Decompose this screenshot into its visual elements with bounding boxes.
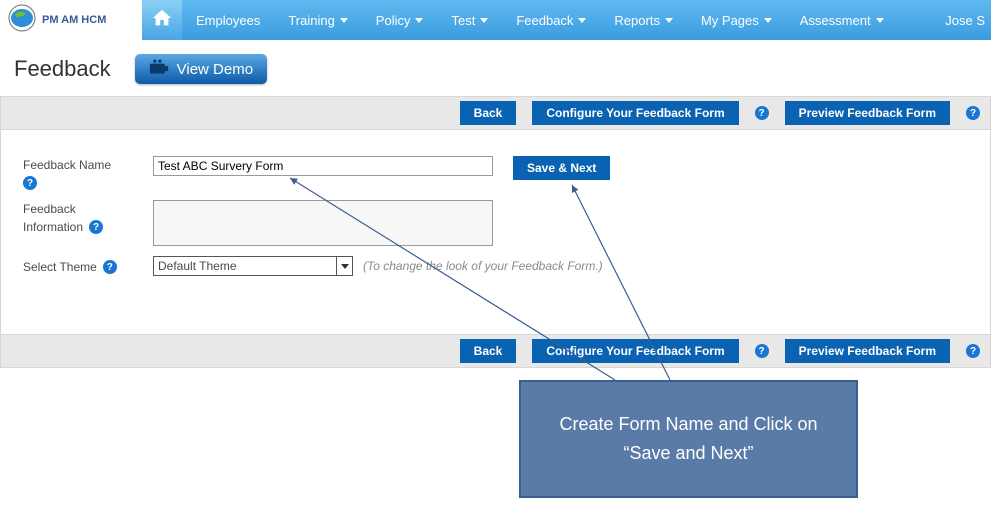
- chevron-down-icon: [336, 257, 352, 275]
- nav-item-feedback[interactable]: Feedback: [502, 0, 600, 40]
- feedback-info-textarea[interactable]: [153, 200, 493, 246]
- chevron-down-icon: [340, 18, 348, 23]
- feedback-info-label-1: Feedback: [23, 202, 153, 216]
- row-select-theme: Select Theme ? Default Theme (To change …: [23, 256, 968, 276]
- callout-line-2: “Save and Next”: [623, 439, 753, 468]
- help-icon[interactable]: ?: [103, 260, 117, 274]
- configure-button[interactable]: Configure Your Feedback Form: [532, 101, 738, 125]
- select-theme-dropdown[interactable]: Default Theme: [153, 256, 353, 276]
- home-button[interactable]: [142, 0, 182, 40]
- chevron-down-icon: [764, 18, 772, 23]
- nav-items: Employees Training Policy Test Feedback …: [182, 0, 898, 40]
- chevron-down-icon: [480, 18, 488, 23]
- nav-item-training[interactable]: Training: [274, 0, 361, 40]
- preview-button[interactable]: Preview Feedback Form: [785, 339, 950, 363]
- annotation-callout: Create Form Name and Click on “Save and …: [519, 380, 858, 498]
- nav-label: Training: [288, 13, 334, 28]
- top-nav: PM AM HCM Employees Training Policy Test…: [0, 0, 991, 40]
- view-demo-button[interactable]: View Demo: [135, 54, 267, 84]
- chevron-down-icon: [578, 18, 586, 23]
- camera-icon: [149, 59, 169, 79]
- save-next-button[interactable]: Save & Next: [513, 156, 610, 180]
- nav-label: Reports: [614, 13, 660, 28]
- nav-item-policy[interactable]: Policy: [362, 0, 438, 40]
- user-name[interactable]: Jose S: [945, 0, 991, 40]
- nav-item-test[interactable]: Test: [437, 0, 502, 40]
- feedback-name-input[interactable]: [153, 156, 493, 176]
- chevron-down-icon: [415, 18, 423, 23]
- row-feedback-name: Feedback Name ? Save & Next: [23, 156, 968, 190]
- nav-label: Feedback: [516, 13, 573, 28]
- globe-icon: [6, 2, 38, 39]
- action-bar-bottom: Back Configure Your Feedback Form ? Prev…: [0, 334, 991, 368]
- help-icon[interactable]: ?: [966, 344, 980, 358]
- help-icon[interactable]: ?: [966, 106, 980, 120]
- nav-item-mypages[interactable]: My Pages: [687, 0, 786, 40]
- help-icon[interactable]: ?: [755, 106, 769, 120]
- chevron-down-icon: [876, 18, 884, 23]
- action-bar-top: Back Configure Your Feedback Form ? Prev…: [0, 96, 991, 130]
- select-theme-label: Select Theme: [23, 260, 97, 274]
- view-demo-label: View Demo: [177, 61, 253, 78]
- back-button[interactable]: Back: [460, 339, 517, 363]
- home-icon: [151, 7, 173, 34]
- brand-logo: PM AM HCM: [0, 0, 142, 40]
- nav-label: Employees: [196, 13, 260, 28]
- chevron-down-icon: [665, 18, 673, 23]
- callout-line-1: Create Form Name and Click on: [559, 410, 817, 439]
- page-title: Feedback: [14, 56, 111, 82]
- feedback-info-label-2: Information: [23, 220, 83, 234]
- preview-button[interactable]: Preview Feedback Form: [785, 101, 950, 125]
- feedback-form: Feedback Name ? Save & Next Feedback Inf…: [0, 130, 991, 334]
- select-theme-value: Default Theme: [158, 259, 237, 273]
- nav-label: Assessment: [800, 13, 871, 28]
- nav-label: My Pages: [701, 13, 759, 28]
- help-icon[interactable]: ?: [23, 176, 37, 190]
- nav-item-reports[interactable]: Reports: [600, 0, 687, 40]
- help-icon[interactable]: ?: [755, 344, 769, 358]
- brand-text: PM AM HCM: [42, 14, 106, 26]
- back-button[interactable]: Back: [460, 101, 517, 125]
- configure-button[interactable]: Configure Your Feedback Form: [532, 339, 738, 363]
- nav-label: Policy: [376, 13, 411, 28]
- theme-hint: (To change the look of your Feedback For…: [363, 259, 603, 273]
- nav-label: Test: [451, 13, 475, 28]
- feedback-name-label: Feedback Name: [23, 158, 111, 172]
- nav-item-assessment[interactable]: Assessment: [786, 0, 898, 40]
- row-feedback-info: Feedback Information ?: [23, 200, 968, 246]
- nav-item-employees[interactable]: Employees: [182, 0, 274, 40]
- help-icon[interactable]: ?: [89, 220, 103, 234]
- page-header: Feedback View Demo: [0, 40, 991, 96]
